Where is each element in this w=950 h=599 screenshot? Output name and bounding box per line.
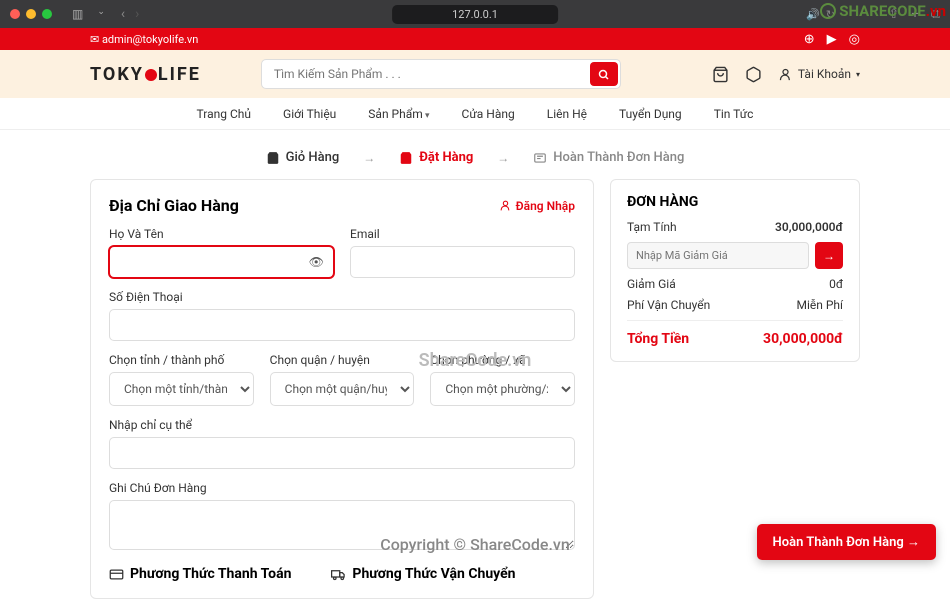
shipping-method-title: Phương Thức Vận Chuyển	[331, 566, 515, 582]
nav-home[interactable]: Trang Chủ	[197, 107, 251, 121]
fullname-label: Họ Và Tên	[109, 227, 334, 241]
nav-careers[interactable]: Tuyển Dụng	[619, 107, 682, 121]
admin-email: ✉ admin@tokyolife.vn	[90, 33, 198, 46]
arrow-icon: →	[363, 151, 375, 165]
step-checkout[interactable]: Đặt Hàng	[399, 150, 473, 165]
district-label: Chọn quận / huyện	[270, 353, 415, 367]
search-input[interactable]	[261, 59, 621, 89]
complete-order-button[interactable]: Hoàn Thành Đơn Hàng →	[757, 524, 936, 560]
forward-button[interactable]: ›	[135, 6, 139, 22]
shipping-label: Phí Vận Chuyển	[627, 298, 710, 312]
panel-title: Địa Chỉ Giao Hàng	[109, 196, 239, 215]
order-summary-panel: ĐƠN HÀNG Tạm Tính 30,000,000đ → Giảm Giá…	[610, 179, 860, 362]
subtotal-label: Tạm Tính	[627, 220, 677, 234]
order-title: ĐƠN HÀNG	[627, 194, 843, 210]
envelope-icon: ✉	[90, 33, 99, 46]
district-select[interactable]: Chọn một quận/huyện	[270, 372, 415, 406]
discount-label: Giảm Giá	[627, 277, 676, 291]
email-label: Email	[350, 227, 575, 241]
header: TOKYLIFE Tài Khoản ▾	[0, 50, 950, 98]
shipping-value: Miễn Phí	[796, 298, 843, 312]
login-link[interactable]: Đăng Nhập	[499, 199, 575, 213]
step-cart[interactable]: Giỏ Hàng	[266, 150, 340, 165]
account-dropdown[interactable]: Tài Khoản ▾	[778, 67, 860, 82]
phone-input[interactable]	[109, 309, 575, 341]
fullname-input[interactable]	[109, 246, 334, 278]
brand-logo[interactable]: TOKYLIFE	[90, 64, 201, 85]
url-text: 127.0.0.1	[452, 8, 498, 21]
nav-contact[interactable]: Liên Hệ	[547, 107, 587, 121]
minimize-window-button[interactable]	[26, 9, 36, 19]
subtotal-value: 30,000,000đ	[775, 220, 843, 234]
instagram-icon[interactable]: ◎	[849, 32, 860, 47]
nav-news[interactable]: Tin Tức	[714, 107, 754, 121]
watermark-logo: SHARECODE.vn	[820, 2, 946, 20]
nav-stores[interactable]: Cửa Hàng	[462, 107, 515, 121]
province-select[interactable]: Chọn một tỉnh/thành phố	[109, 372, 254, 406]
step-complete[interactable]: Hoàn Thành Đơn Hàng	[533, 150, 684, 165]
discount-value: 0đ	[829, 277, 843, 291]
nav-about[interactable]: Giới Thiệu	[283, 107, 336, 121]
nav-products[interactable]: Sản Phẩm	[368, 107, 429, 121]
maximize-window-button[interactable]	[42, 9, 52, 19]
address-bar[interactable]: 127.0.0.1	[392, 5, 558, 24]
ward-label: Chọn phường / xã	[430, 353, 575, 367]
facebook-icon[interactable]: ⊕	[804, 32, 815, 47]
arrow-icon: →	[497, 151, 509, 165]
email-input[interactable]	[350, 246, 575, 278]
close-window-button[interactable]	[10, 9, 20, 19]
province-label: Chọn tỉnh / thành phố	[109, 353, 254, 367]
main-nav: Trang Chủ Giới Thiệu Sản Phẩm Cửa Hàng L…	[0, 98, 950, 130]
chevron-down-icon[interactable]: ⌄	[97, 7, 105, 21]
coupon-input[interactable]	[627, 242, 809, 269]
checkout-steps: Giỏ Hàng → Đặt Hàng → Hoàn Thành Đơn Hàn…	[0, 130, 950, 179]
search-button[interactable]	[590, 62, 618, 86]
youtube-icon[interactable]: ▶	[827, 32, 837, 47]
total-label: Tổng Tiền	[627, 331, 689, 347]
audio-icon[interactable]: 🔊	[806, 8, 820, 21]
payment-method-title: Phương Thức Thanh Toán	[109, 566, 291, 582]
back-button[interactable]: ‹	[121, 6, 125, 22]
apply-coupon-button[interactable]: →	[815, 242, 843, 269]
shipping-address-panel: Địa Chỉ Giao Hàng Đăng Nhập Họ Và Tên 👁 …	[90, 179, 594, 599]
ward-select[interactable]: Chọn một phường/xã	[430, 372, 575, 406]
shopping-bag-icon[interactable]	[712, 65, 729, 84]
box-icon[interactable]	[745, 65, 762, 84]
note-textarea[interactable]	[109, 500, 575, 550]
browser-chrome: ▥ ⌄ ‹ › 127.0.0.1 🔊 ↻ ⇧ + ⧉	[0, 0, 950, 28]
address-input[interactable]	[109, 437, 575, 469]
phone-label: Số Điện Thoại	[109, 290, 575, 304]
total-value: 30,000,000đ	[763, 331, 843, 347]
eye-icon[interactable]: 👁	[309, 255, 324, 269]
note-label: Ghi Chú Đơn Hàng	[109, 481, 575, 495]
top-bar: ✉ admin@tokyolife.vn ⊕ ▶ ◎	[0, 28, 950, 50]
address-label: Nhập chỉ cụ thể	[109, 418, 575, 432]
sidebar-toggle-icon[interactable]: ▥	[72, 7, 83, 21]
